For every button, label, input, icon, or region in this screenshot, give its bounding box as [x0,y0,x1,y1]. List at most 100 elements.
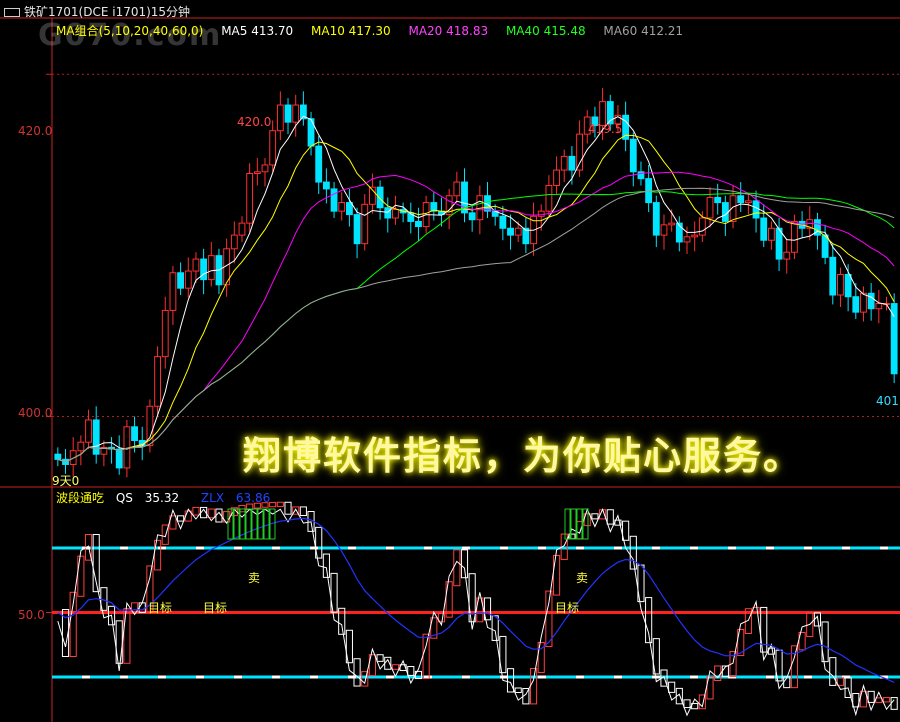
candle-body [714,196,722,204]
indicator-box [322,553,330,578]
indicator-box [299,506,307,517]
candle-body [706,196,714,219]
indicator-box [453,549,461,587]
indicator-box [836,677,845,686]
candle-body [568,155,576,171]
candle-body [284,104,292,123]
indicator-box [552,554,561,596]
indicator-tick-50: 50.0 [18,608,45,622]
peak-block-0 [245,508,252,540]
indicator-box [591,513,599,520]
candle-body [384,207,392,219]
indicator-box [867,690,875,703]
indicator-box [882,697,891,703]
candle-body [752,200,760,219]
indicator-box [391,664,400,670]
indicator-box [491,615,499,641]
zlx-value: 63.86 [235,491,271,505]
candle-body [415,220,422,228]
qs-value: 35.32 [144,491,180,505]
candle-body [338,202,346,212]
ma-line-ma10 [57,134,895,463]
last-price-label: 401. [876,394,900,408]
candle-body [115,448,123,469]
indicator-box [629,535,637,570]
indicator-annotation: 目标 [203,601,227,615]
candle-body [875,303,883,310]
ma-group-label[interactable]: MA组合(5,10,20,40,60,0) [56,24,203,38]
candle-body [775,227,783,260]
indicator-box [683,699,691,709]
left-bottom-label: 9天0 [52,474,80,488]
indicator-box [284,501,292,515]
candle-body [852,296,860,313]
indicator-annotation: 目标 [555,601,579,615]
indicator-box [514,687,522,694]
window-title-text: 铁矿1701(DCE i1701)15分钟 [24,5,191,19]
candle-body [553,169,560,186]
candle-body [660,224,668,236]
candle-body [376,186,384,209]
candle-body [691,234,699,238]
indicator-box [790,645,798,689]
ma60-label: MA60 412.21 [603,24,684,38]
candle-body [668,222,676,226]
candle-body [85,419,92,443]
zlx-line [57,517,895,683]
peak-block-1 [576,508,583,540]
candle-body [537,210,545,217]
zlx-label: ZLX [200,491,225,505]
indicator-annotation: 目标 [148,601,172,615]
candle-body [154,356,161,407]
candle-body [345,202,353,216]
candle-body [760,217,768,241]
candle-body [131,426,138,441]
candle-body [860,292,867,313]
indicator-box [890,697,898,710]
price-tick-400: 400.0 [18,406,53,420]
peak-label-2: 419.5 [588,122,623,136]
candle-body [192,258,200,272]
indicator-box [606,509,614,525]
indicator-annotation: 卖 [576,571,588,585]
indicator-box [192,506,200,516]
chart-tab-icon[interactable] [4,8,20,17]
indicator-box [353,658,361,687]
indicator-box [376,654,384,662]
indicator-box [422,633,430,680]
candle-body [361,203,369,245]
candle-body [652,202,660,236]
candle-body [353,214,361,245]
candle-body [829,256,837,296]
candle-body [629,138,637,173]
candle-body [468,212,476,221]
candle-body [269,130,277,166]
candle-body [392,208,399,219]
indicator-box [123,608,131,664]
window-title: 铁矿1701(DCE i1701)15分钟 [4,3,190,20]
indicator-box [207,508,215,519]
candle-body [184,270,192,289]
indicator-name[interactable]: 波段通吃 [56,491,104,505]
indicator-box [668,681,676,693]
candle-body [292,104,300,123]
candle-body [261,164,269,173]
candle-body [315,145,323,183]
indicator-box [829,657,837,686]
indicator-box [407,666,415,676]
candle-body [77,441,85,452]
peak-label-1: 420.0 [237,115,272,129]
indicator-annotation: 卖 [248,571,260,585]
candle-body [545,184,553,212]
candle-body [253,171,261,175]
candle-body [737,195,745,204]
ma-line-ma5 [57,115,895,463]
ma5-label: MA5 413.70 [221,24,294,38]
candle-body [783,251,791,260]
candle-body [238,222,246,236]
candle-body [507,227,514,236]
candle-body [721,202,729,222]
candle-body [322,181,330,190]
candle-body [169,272,177,311]
indicator-box [529,668,538,705]
